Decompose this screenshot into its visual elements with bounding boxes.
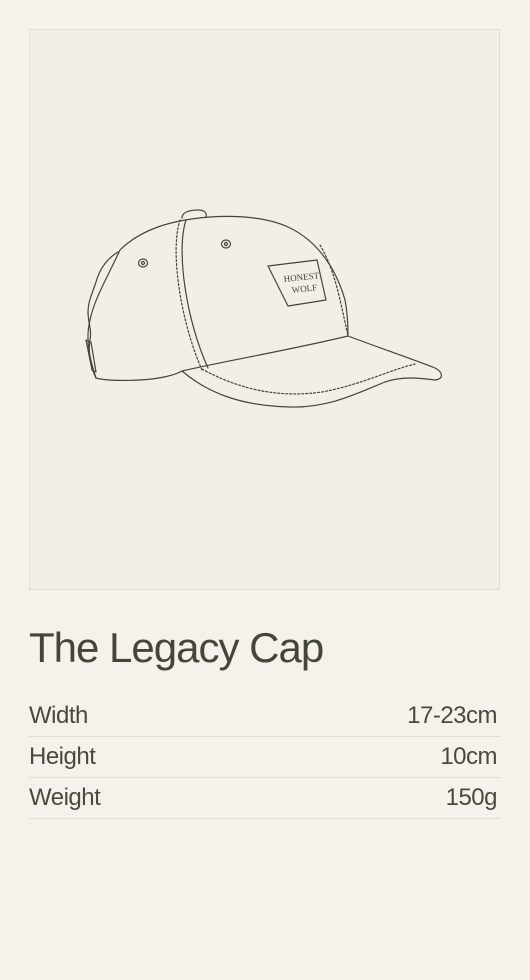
spec-value: 17-23cm [407,702,497,729]
cap-illustration: HONEST WOLF [85,209,442,408]
product-title: The Legacy Cap [29,624,324,671]
spec-label: Height [29,743,96,770]
spec-value: 150g [445,784,498,811]
spec-label: Weight [29,784,101,811]
patch-text-2: WOLF [291,282,317,295]
spec-table: Width 17-23cm Height 10cm Weight 150g [29,696,500,819]
product-image: HONEST WOLF [29,29,500,590]
spec-label: Width [29,702,88,729]
spec-row-width: Width 17-23cm [29,696,500,737]
spec-row-weight: Weight 150g [29,778,500,819]
spec-value: 10cm [440,743,497,770]
spec-row-height: Height 10cm [29,737,500,778]
